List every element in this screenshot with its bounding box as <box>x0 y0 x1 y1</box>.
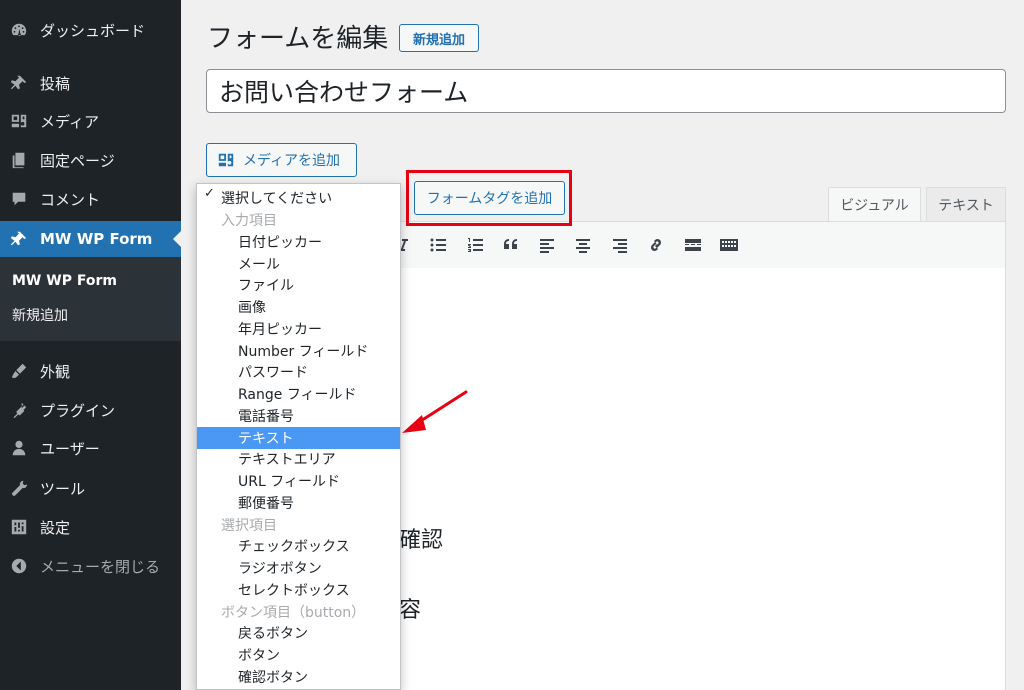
sidebar-item-label: 固定ページ <box>40 151 115 170</box>
submenu-item-add-new[interactable]: 新規追加 <box>12 305 68 325</box>
sidebar-item-label: メニューを閉じる <box>40 557 161 576</box>
align-center-icon[interactable] <box>573 235 593 255</box>
select-optgroup: ボタン項目（button） <box>221 605 366 621</box>
brush-icon <box>9 361 29 381</box>
post-title-input[interactable] <box>206 69 1006 113</box>
select-option[interactable]: 戻るボタン <box>197 622 400 644</box>
add-media-label: メディアを追加 <box>243 152 341 168</box>
sidebar-item-label: プラグイン <box>40 401 116 420</box>
tab-text[interactable]: テキスト <box>926 187 1006 221</box>
sidebar-item-posts[interactable]: 投稿 <box>0 65 181 101</box>
user-icon <box>9 438 29 458</box>
sidebar-item-mw-wp-form[interactable]: MW WP Form <box>0 221 181 257</box>
add-new-button[interactable]: 新規追加 <box>399 24 479 52</box>
sidebar-item-pages[interactable]: 固定ページ <box>0 142 181 178</box>
editor-text-fragment: 容 <box>399 598 422 623</box>
sidebar-item-label: コメント <box>40 190 101 209</box>
select-option[interactable]: チェックボックス <box>197 535 400 557</box>
sidebar-item-appearance[interactable]: 外観 <box>0 353 181 389</box>
link-icon[interactable] <box>646 235 666 255</box>
dashboard-icon <box>9 20 29 40</box>
select-option[interactable]: ボタン <box>197 644 400 666</box>
select-option[interactable]: 電話番号 <box>197 405 400 427</box>
select-option[interactable]: 画像 <box>197 296 400 318</box>
select-option[interactable]: 郵便番号 <box>197 492 400 514</box>
submenu-item-mw-wp-form[interactable]: MW WP Form <box>12 273 117 289</box>
sidebar-item-label: MW WP Form <box>40 230 153 248</box>
sidebar-item-collapse[interactable]: メニューを閉じる <box>0 548 181 584</box>
sidebar-item-tools[interactable]: ツール <box>0 470 181 506</box>
settings-icon <box>9 517 29 537</box>
sidebar-item-label: 外観 <box>40 362 71 381</box>
bullet-list-icon[interactable] <box>428 235 448 255</box>
select-option[interactable]: 年月ピッカー <box>197 318 400 340</box>
pin-icon <box>9 229 29 249</box>
page-title: フォームを編集 <box>207 24 389 54</box>
align-left-icon[interactable] <box>537 235 557 255</box>
sidebar-item-comments[interactable]: コメント <box>0 181 181 217</box>
media-icon <box>217 151 243 169</box>
comment-icon <box>9 189 29 209</box>
sidebar-item-label: 投稿 <box>40 74 71 93</box>
sidebar-item-dashboard[interactable]: ダッシュボード <box>0 12 181 48</box>
select-optgroup: 入力項目 <box>221 213 277 229</box>
sidebar-item-label: 設定 <box>40 518 71 537</box>
select-option[interactable]: Number フィールド <box>197 340 400 362</box>
select-optgroup: 選択項目 <box>221 518 277 534</box>
select-option[interactable]: 日付ピッカー <box>197 231 400 253</box>
pin-icon <box>9 73 29 93</box>
submenu: MW WP Form 新規追加 <box>0 257 181 341</box>
sidebar-item-label: ユーザー <box>40 439 100 458</box>
blockquote-icon[interactable] <box>501 235 521 255</box>
sidebar-item-label: ツール <box>40 479 86 498</box>
select-option[interactable]: パスワード <box>197 361 400 383</box>
form-tag-select-dropdown[interactable]: ✓ 選択してください 入力項目 日付ピッカー メール ファイル 画像 年月ピッカ… <box>196 183 401 690</box>
sidebar-item-media[interactable]: メディア <box>0 103 181 139</box>
sidebar-item-settings[interactable]: 設定 <box>0 509 181 545</box>
sidebar-item-users[interactable]: ユーザー <box>0 430 181 466</box>
align-right-icon[interactable] <box>610 235 630 255</box>
page-icon <box>9 150 29 170</box>
numbered-list-icon[interactable] <box>465 235 485 255</box>
select-option[interactable]: ファイル <box>197 274 400 296</box>
select-option[interactable]: 選択してください <box>197 187 400 209</box>
select-option[interactable]: メール <box>197 253 400 275</box>
add-media-button[interactable]: メディアを追加 <box>206 143 357 177</box>
sidebar-item-plugins[interactable]: プラグイン <box>0 392 181 428</box>
sidebar-item-label: ダッシュボード <box>40 21 146 40</box>
editor-text-fragment: 確認 <box>399 528 444 553</box>
select-option[interactable]: テキストエリア <box>197 448 400 470</box>
media-icon <box>9 111 29 131</box>
select-option[interactable]: Range フィールド <box>197 383 400 405</box>
select-option[interactable]: URL フィールド <box>197 470 400 492</box>
read-more-icon[interactable] <box>683 235 703 255</box>
admin-sidebar: ダッシュボード 投稿 メディア 固定ページ コメント MW WP Form MW… <box>0 0 181 690</box>
tab-visual[interactable]: ビジュアル <box>828 187 921 221</box>
add-form-tag-button[interactable]: フォームタグを追加 <box>414 181 565 215</box>
toolbar-toggle-icon[interactable] <box>719 235 739 255</box>
wrench-icon <box>9 478 29 498</box>
annotation-arrow-icon <box>402 390 468 433</box>
select-option[interactable]: 確認ボタン <box>197 666 400 688</box>
select-option[interactable]: セレクトボックス <box>197 579 400 601</box>
select-option[interactable]: ラジオボタン <box>197 557 400 579</box>
collapse-icon <box>9 556 29 576</box>
sidebar-item-label: メディア <box>40 112 99 131</box>
select-option-highlighted[interactable]: テキスト <box>197 427 400 449</box>
plugin-icon <box>9 400 29 420</box>
